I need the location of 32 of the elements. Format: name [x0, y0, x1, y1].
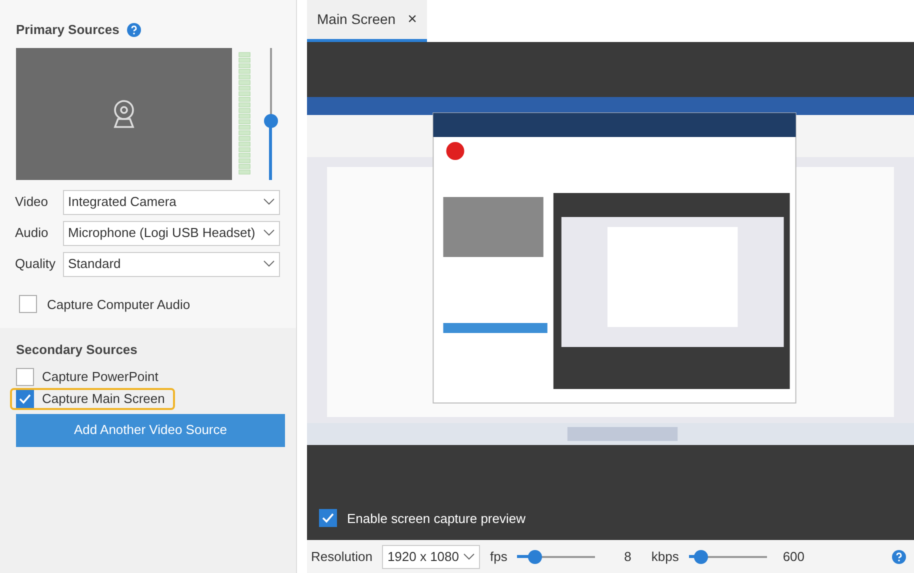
- resolution-dropdown[interactable]: 1920 x 1080: [382, 544, 480, 568]
- field-label: Video: [15, 193, 50, 212]
- checkbox-option[interactable]: Capture Computer Audio: [19, 294, 280, 314]
- section-title: Secondary Sources: [16, 341, 138, 359]
- slider[interactable]: [688, 548, 767, 564]
- close-icon[interactable]: ×: [408, 8, 417, 32]
- caret-icon: [463, 552, 476, 560]
- tab[interactable]: Main Screen ×: [307, 0, 427, 42]
- checkbox-option[interactable]: Capture Main Screen: [10, 388, 175, 410]
- checkbox[interactable]: [319, 509, 337, 528]
- fps-label: fps: [490, 548, 508, 566]
- kbps-label: kbps: [651, 548, 679, 566]
- checkbox-option[interactable]: Capture PowerPoint: [10, 366, 168, 388]
- checkbox[interactable]: [19, 295, 37, 314]
- fps-value: 8: [623, 548, 632, 566]
- dropdown[interactable]: Integrated Camera: [63, 190, 280, 214]
- checkbox[interactable]: [16, 368, 34, 386]
- caret-icon: [263, 260, 275, 268]
- checkbox-option[interactable]: Enable screen capture preview: [319, 508, 914, 528]
- caret-icon: [263, 229, 275, 237]
- dropdown[interactable]: Standard: [63, 252, 280, 276]
- slider[interactable]: [517, 548, 596, 564]
- section-title: Primary Sources: [16, 21, 120, 39]
- help-icon[interactable]: [892, 550, 906, 564]
- field-label: Quality: [15, 255, 56, 274]
- help-icon[interactable]: [127, 22, 142, 37]
- field-label: Audio: [15, 224, 50, 242]
- caret-icon: [263, 198, 275, 206]
- dropdown[interactable]: Microphone (Logi USB Headset): [63, 220, 280, 246]
- checkbox[interactable]: [16, 390, 34, 408]
- resolution-label: Resolution: [311, 548, 372, 566]
- kbps-value: 600: [782, 548, 805, 566]
